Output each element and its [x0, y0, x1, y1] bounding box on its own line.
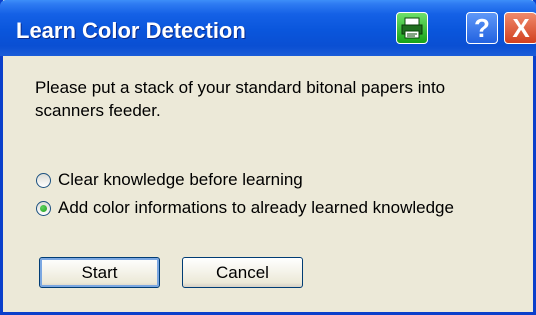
- start-button[interactable]: Start: [39, 257, 160, 288]
- dialog-window: Learn Color Detection ? X Please put a s…: [0, 0, 536, 315]
- radio-button[interactable]: [36, 172, 51, 188]
- option-label: Clear knowledge before learning: [58, 170, 303, 189]
- window-title: Learn Color Detection: [16, 18, 246, 43]
- instruction-text: Please put a stack of your standard bito…: [35, 78, 446, 120]
- option-clear-knowledge[interactable]: Clear knowledge before learning: [36, 169, 303, 191]
- cancel-button[interactable]: Cancel: [182, 257, 303, 288]
- printer-icon: [401, 17, 423, 39]
- option-add-color-info[interactable]: Add color informations to already learne…: [36, 197, 454, 219]
- radio-button[interactable]: [36, 200, 51, 216]
- print-button[interactable]: [396, 12, 428, 44]
- close-icon: X: [512, 12, 530, 43]
- help-icon: ?: [474, 12, 490, 43]
- radio-selected-dot: [40, 204, 47, 212]
- title-bar[interactable]: Learn Color Detection ? X: [0, 0, 536, 56]
- option-label: Add color informations to already learne…: [58, 198, 454, 217]
- close-button[interactable]: X: [504, 12, 536, 44]
- help-button[interactable]: ?: [466, 12, 498, 44]
